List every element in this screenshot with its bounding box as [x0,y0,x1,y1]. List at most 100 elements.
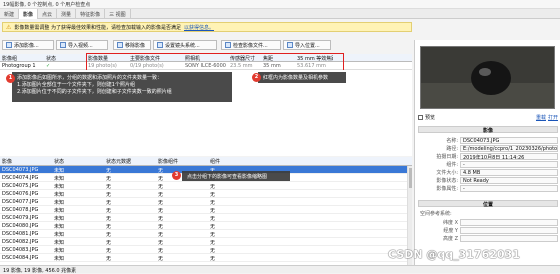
photo-cell: DSC04083.JPG [2,247,39,253]
remove-icon [117,42,123,48]
photo-row[interactable]: DSC04076.JPG 未知 无 无 无 [0,190,412,198]
open-link[interactable]: 打开 [548,114,558,121]
import-position-button[interactable]: 导入位置... [283,40,331,50]
photo-cell: 无 [106,216,112,222]
photo-cell: 无 [158,224,164,230]
property-value[interactable] [460,234,558,242]
photo-cell: DSC04084.JPG [2,255,39,261]
section-image: 影像 [418,126,558,134]
highlight-box [86,53,344,71]
photo-cell: 无 [106,224,112,230]
photo-cell: DSC04074.JPG [2,175,39,181]
section-position: 位置 [418,200,558,208]
property-value[interactable] [460,226,558,234]
tab-new[interactable]: 新建 [0,9,20,19]
remove-photos-button[interactable]: 移除影像 [113,40,151,50]
badge-2: 2 [252,73,261,82]
col-photo: 影像 [2,159,13,165]
photo-cell: 无 [106,192,112,198]
check-icon [225,42,231,48]
photo-cell: 无 [210,256,216,262]
property-value[interactable]: - [460,184,558,192]
preview-checkbox[interactable] [418,114,423,120]
photo-cell: 无 [106,200,112,206]
property-row: 影像属性: - [418,184,558,192]
photo-cell: 未知 [54,208,65,214]
photo-cell: DSC04076.JPG [2,191,39,197]
col-meta: 状态元数据 [106,159,132,165]
tab-measure[interactable]: 测量 [57,9,77,19]
tab-bar: 新建 影像 点云 测量 特征影像 三 视图 [0,9,560,19]
property-value[interactable]: Not Ready [460,176,558,184]
photo-cell: 未知 [54,216,65,222]
photo-cell: 无 [210,224,216,230]
position-icon [287,42,293,48]
photo-cell: 无 [210,208,216,214]
photo-row[interactable]: DSC04081.JPG 未知 无 无 无 [0,230,412,238]
photo-cell: 无 [158,208,164,214]
add-photo-icon [6,42,12,48]
preview-bar: 预览 重载 打开 [418,113,558,121]
tab-feature[interactable]: 特征影像 [76,9,106,19]
photo-cell: 未知 [54,240,65,246]
preview-label: 预览 [425,114,436,121]
property-label: 经度 Y [443,227,458,234]
property-row: 路径: E:/modeling/ccpro/1_20230326/photo [418,144,558,152]
check-files-button[interactable]: 检查影像文件... [221,40,281,50]
photo-cell: 无 [158,216,164,222]
status-ok-icon: ✓ [46,63,51,69]
tab-view[interactable]: 三 视图 [105,9,131,19]
photo-preview [420,46,555,109]
property-value[interactable]: DSC04073.JPG [460,136,558,144]
lens-icon [157,42,163,48]
photo-row[interactable]: DSC04075.JPG 未知 无 无 无 [0,182,412,190]
photo-row[interactable]: DSC04080.JPG 未知 无 无 无 [0,222,412,230]
property-label: 纬度 X [442,219,458,226]
property-value[interactable]: E:/modeling/ccpro/1_20230326/photo [460,144,558,152]
photo-cell: 无 [210,216,216,222]
property-value[interactable]: 2019年10月8日 11:14:26 [460,152,558,160]
property-value[interactable]: - [460,160,558,168]
photo-row[interactable]: DSC04083.JPG 未知 无 无 无 [0,246,412,254]
import-video-button[interactable]: 导入视频... [56,40,108,50]
photo-row[interactable]: DSC04084.JPG 未知 无 无 无 [0,254,412,262]
scroll-thumb[interactable] [409,168,412,188]
property-row: 经度 Y [418,226,558,234]
srs-label: 空间参考系统: [420,211,452,217]
property-row: 纬度 X [418,218,558,226]
photo-cell: 无 [158,248,164,254]
photo-cell: 无 [158,192,164,198]
photo-row[interactable]: DSC04082.JPG 未知 无 无 无 [0,238,412,246]
photo-cell: 未知 [54,232,65,238]
col-photogroup: 影像组 [2,56,18,61]
photo-cell: 无 [210,240,216,246]
photo-cell: DSC04079.JPG [2,215,39,221]
tab-pointcloud[interactable]: 点云 [38,9,58,19]
property-value[interactable]: 4.8 MB [460,168,558,176]
photo-cell: DSC04080.JPG [2,223,39,229]
photo-row[interactable]: DSC04078.JPG 未知 无 无 无 [0,206,412,214]
property-label: 高度 Z [442,235,458,242]
property-label: 路径: [446,145,458,152]
property-label: 名称: [446,137,458,144]
photo-row[interactable]: DSC04077.JPG 未知 无 无 无 [0,198,412,206]
property-row: 文件大小: 4.8 MB [418,168,558,176]
property-label: 影像属性: [436,185,458,192]
photo-row[interactable]: DSC04079.JPG 未知 无 无 无 [0,214,412,222]
property-value[interactable] [460,218,558,226]
warning-link[interactable]: 以获得信息。 [184,24,214,31]
col-photo-status: 状态 [54,159,65,165]
photo-cell: DSC04075.JPG [2,183,39,189]
position-fields: 纬度 X 经度 Y 高度 Z [418,218,558,242]
reload-link[interactable]: 重载 [536,114,546,121]
col-component: 影像组件 [158,159,179,165]
photo-cell: 未知 [54,192,65,198]
add-photos-button[interactable]: 添加影像... [2,40,54,50]
photo-cell: 无 [106,168,112,174]
tab-photos[interactable]: 影像 [19,9,39,19]
property-row: 影像状态: Not Ready [418,176,558,184]
set-lens-button[interactable]: 设置镜头系统... [153,40,217,50]
annotation-2: 红框内为影像数量及相机参数 [258,72,346,83]
property-row: 组件: - [418,160,558,168]
photo-cell: 无 [106,240,112,246]
